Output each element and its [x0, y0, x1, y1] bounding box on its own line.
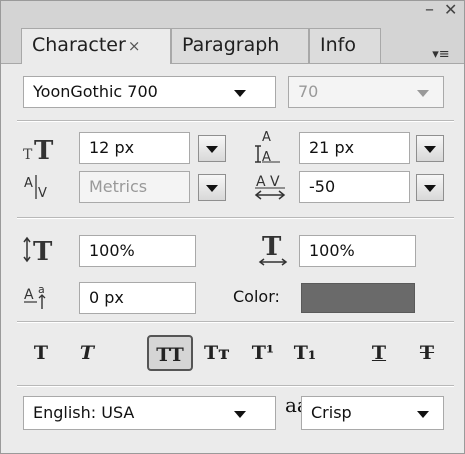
svg-text:A: A — [262, 130, 271, 145]
divider — [17, 385, 454, 387]
baseline-shift-input[interactable]: 0 px — [79, 282, 196, 314]
close-tab-icon[interactable]: × — [128, 37, 141, 55]
color-swatch[interactable] — [301, 283, 415, 313]
font-size-dropdown[interactable] — [198, 135, 226, 162]
chevron-down-icon — [417, 411, 429, 418]
kerning-input[interactable]: Metrics — [79, 171, 190, 203]
kerning-value: Metrics — [89, 177, 148, 196]
leading-value: 21 px — [309, 138, 355, 157]
chevron-down-icon — [417, 90, 429, 97]
horizontal-scale-input[interactable]: 100% — [299, 235, 416, 267]
vertical-scale-icon: T — [23, 236, 53, 265]
vertical-scale-value: 100% — [89, 241, 135, 260]
chevron-down-icon — [424, 185, 436, 192]
superscript-button[interactable]: T¹ — [245, 335, 281, 371]
tab-character-label: Character — [32, 34, 126, 56]
strikethrough-button[interactable]: T — [413, 335, 441, 371]
tab-bar: – ✕ Character × Paragraph Info ▾≡ — [1, 0, 464, 65]
svg-text:A: A — [24, 287, 34, 303]
font-style-select[interactable]: 70 — [288, 76, 444, 108]
color-label: Color: — [233, 287, 280, 306]
underline-label: T — [371, 342, 387, 364]
chevron-down-icon — [424, 146, 436, 153]
svg-text:T: T — [262, 232, 282, 262]
chevron-down-icon — [206, 185, 218, 192]
chevron-down-icon — [234, 411, 246, 418]
all-caps-label: TT — [156, 344, 184, 366]
vertical-scale-input[interactable]: 100% — [79, 235, 196, 267]
kerning-icon: A V — [24, 175, 47, 201]
faux-italic-label: T — [79, 342, 95, 364]
language-select[interactable]: English: USA — [23, 396, 276, 430]
underline-button[interactable]: T — [365, 335, 393, 371]
close-panel-icon[interactable]: ✕ — [444, 0, 457, 19]
panel-menu-icon[interactable]: ▾≡ — [423, 45, 459, 65]
svg-text:T: T — [34, 136, 54, 163]
svg-text:V: V — [38, 186, 47, 201]
tracking-value: -50 — [309, 177, 336, 196]
horizontal-scale-icon: T — [258, 232, 288, 266]
character-panel: – ✕ Character × Paragraph Info ▾≡ YoonGot… — [0, 0, 465, 454]
svg-text:T: T — [33, 237, 53, 265]
leading-dropdown[interactable] — [416, 135, 444, 162]
all-caps-button[interactable]: TT — [147, 335, 193, 371]
small-caps-button[interactable]: Tт — [197, 335, 237, 371]
font-family-select[interactable]: YoonGothic 700 — [23, 76, 276, 108]
tracking-icon: A V — [254, 174, 286, 200]
divider — [17, 120, 454, 122]
tab-info-label: Info — [320, 34, 356, 56]
subscript-button[interactable]: T₁ — [287, 335, 323, 371]
leading-input[interactable]: 21 px — [299, 132, 410, 164]
language-value: English: USA — [33, 403, 135, 422]
antialias-value: Crisp — [311, 403, 352, 422]
tab-paragraph-label: Paragraph — [182, 34, 280, 56]
divider — [17, 217, 454, 219]
tracking-input[interactable]: -50 — [299, 171, 410, 203]
tab-paragraph[interactable]: Paragraph — [171, 28, 309, 63]
faux-italic-button[interactable]: T — [73, 335, 101, 371]
font-family-value: YoonGothic 700 — [33, 82, 158, 101]
faux-bold-label: T — [33, 342, 49, 364]
font-size-input[interactable]: 12 px — [79, 132, 190, 164]
divider — [17, 321, 454, 323]
strikethrough-label: T — [419, 342, 435, 364]
chevron-down-icon — [234, 90, 246, 97]
superscript-label: T¹ — [251, 342, 275, 364]
tab-info[interactable]: Info — [309, 28, 381, 63]
tracking-dropdown[interactable] — [416, 174, 444, 201]
faux-bold-button[interactable]: T — [27, 335, 55, 371]
svg-text:T: T — [23, 147, 33, 163]
horizontal-scale-value: 100% — [309, 241, 355, 260]
subscript-label: T₁ — [293, 342, 317, 364]
svg-text:a: a — [38, 283, 45, 296]
svg-text:A: A — [24, 176, 33, 191]
font-size-icon: T T — [23, 136, 54, 163]
baseline-shift-icon: A a — [24, 283, 46, 309]
antialias-select[interactable]: Crisp — [301, 396, 444, 430]
small-caps-label: Tт — [204, 342, 230, 364]
font-size-value: 12 px — [89, 138, 135, 157]
leading-icon: A A — [255, 130, 280, 164]
minimize-icon[interactable]: – — [425, 0, 434, 20]
tab-character[interactable]: Character × — [21, 28, 171, 64]
baseline-shift-value: 0 px — [89, 288, 124, 307]
font-style-value: 70 — [298, 82, 319, 101]
kerning-dropdown[interactable] — [198, 174, 226, 201]
chevron-down-icon — [206, 146, 218, 153]
